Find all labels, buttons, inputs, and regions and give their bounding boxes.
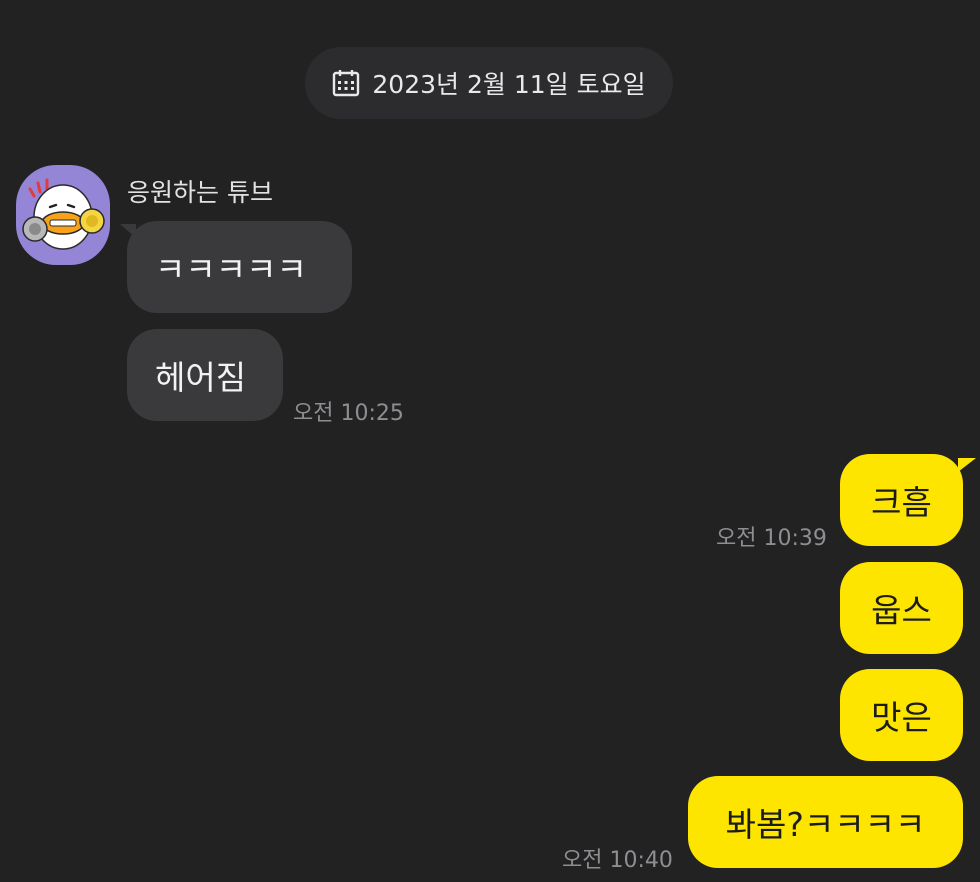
outgoing-message-bubble[interactable]: 웁스: [840, 562, 963, 654]
message-timestamp: 오전 10:40: [562, 848, 673, 873]
message-text: 맛은: [871, 698, 932, 737]
message-text: 헤어짐: [155, 358, 247, 397]
sender-name[interactable]: 응원하는 튜브: [127, 173, 273, 209]
message-text: 크흠: [871, 483, 932, 522]
message-text: 웁스: [871, 591, 932, 630]
calendar-icon: [332, 69, 360, 97]
message-text: 봐봄?ㅋㅋㅋㅋ: [725, 805, 926, 844]
date-separator: 2023년 2월 11일 토요일: [305, 47, 673, 119]
message-text: ㅋㅋㅋㅋㅋ: [155, 250, 307, 289]
message-timestamp: 오전 10:25: [293, 401, 404, 426]
incoming-message-bubble[interactable]: 헤어짐: [127, 329, 283, 421]
outgoing-message-bubble[interactable]: 맛은: [840, 669, 963, 761]
date-label: 2023년 2월 11일 토요일: [372, 70, 646, 99]
sender-avatar[interactable]: [16, 165, 110, 265]
message-timestamp: 오전 10:39: [716, 526, 827, 551]
outgoing-message-bubble[interactable]: 크흠: [840, 454, 963, 546]
outgoing-bubble-tail: [958, 458, 976, 472]
incoming-message-bubble[interactable]: ㅋㅋㅋㅋㅋ: [127, 221, 352, 313]
tube-cheering-avatar: [22, 178, 105, 250]
outgoing-message-bubble[interactable]: 봐봄?ㅋㅋㅋㅋ: [688, 776, 963, 868]
